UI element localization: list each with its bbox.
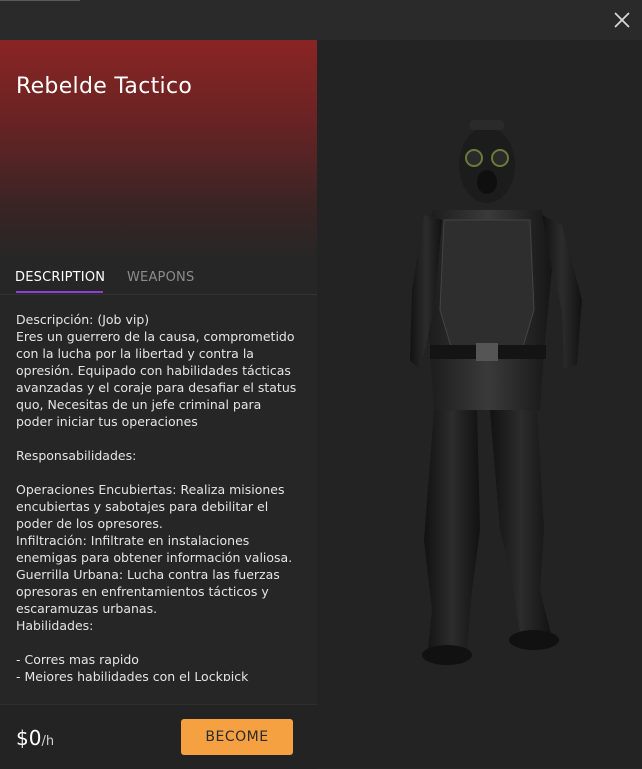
top-bar-accent-line <box>0 0 80 1</box>
top-bar <box>0 0 642 40</box>
salary-amount: $0 <box>16 726 42 750</box>
job-footer: $0/h BECOME <box>0 704 317 769</box>
job-title: Rebelde Tactico <box>16 74 193 99</box>
player-model-image[interactable] <box>372 110 602 670</box>
model-preview-panel <box>317 40 642 768</box>
job-description: Descripción: (Job vip) Eres un guerrero … <box>16 312 297 681</box>
tab-weapons[interactable]: WEAPONS <box>127 270 194 285</box>
job-info-panel: Rebelde Tactico DESCRIPTION WEAPONS Desc… <box>0 40 317 769</box>
tab-description[interactable]: DESCRIPTION <box>15 270 105 285</box>
job-header: Rebelde Tactico <box>0 40 317 260</box>
salary-unit: /h <box>41 734 55 749</box>
become-button[interactable]: BECOME <box>181 719 293 755</box>
active-tab-indicator <box>16 291 103 293</box>
salary: $0/h <box>16 726 54 750</box>
close-icon[interactable] <box>612 10 632 30</box>
